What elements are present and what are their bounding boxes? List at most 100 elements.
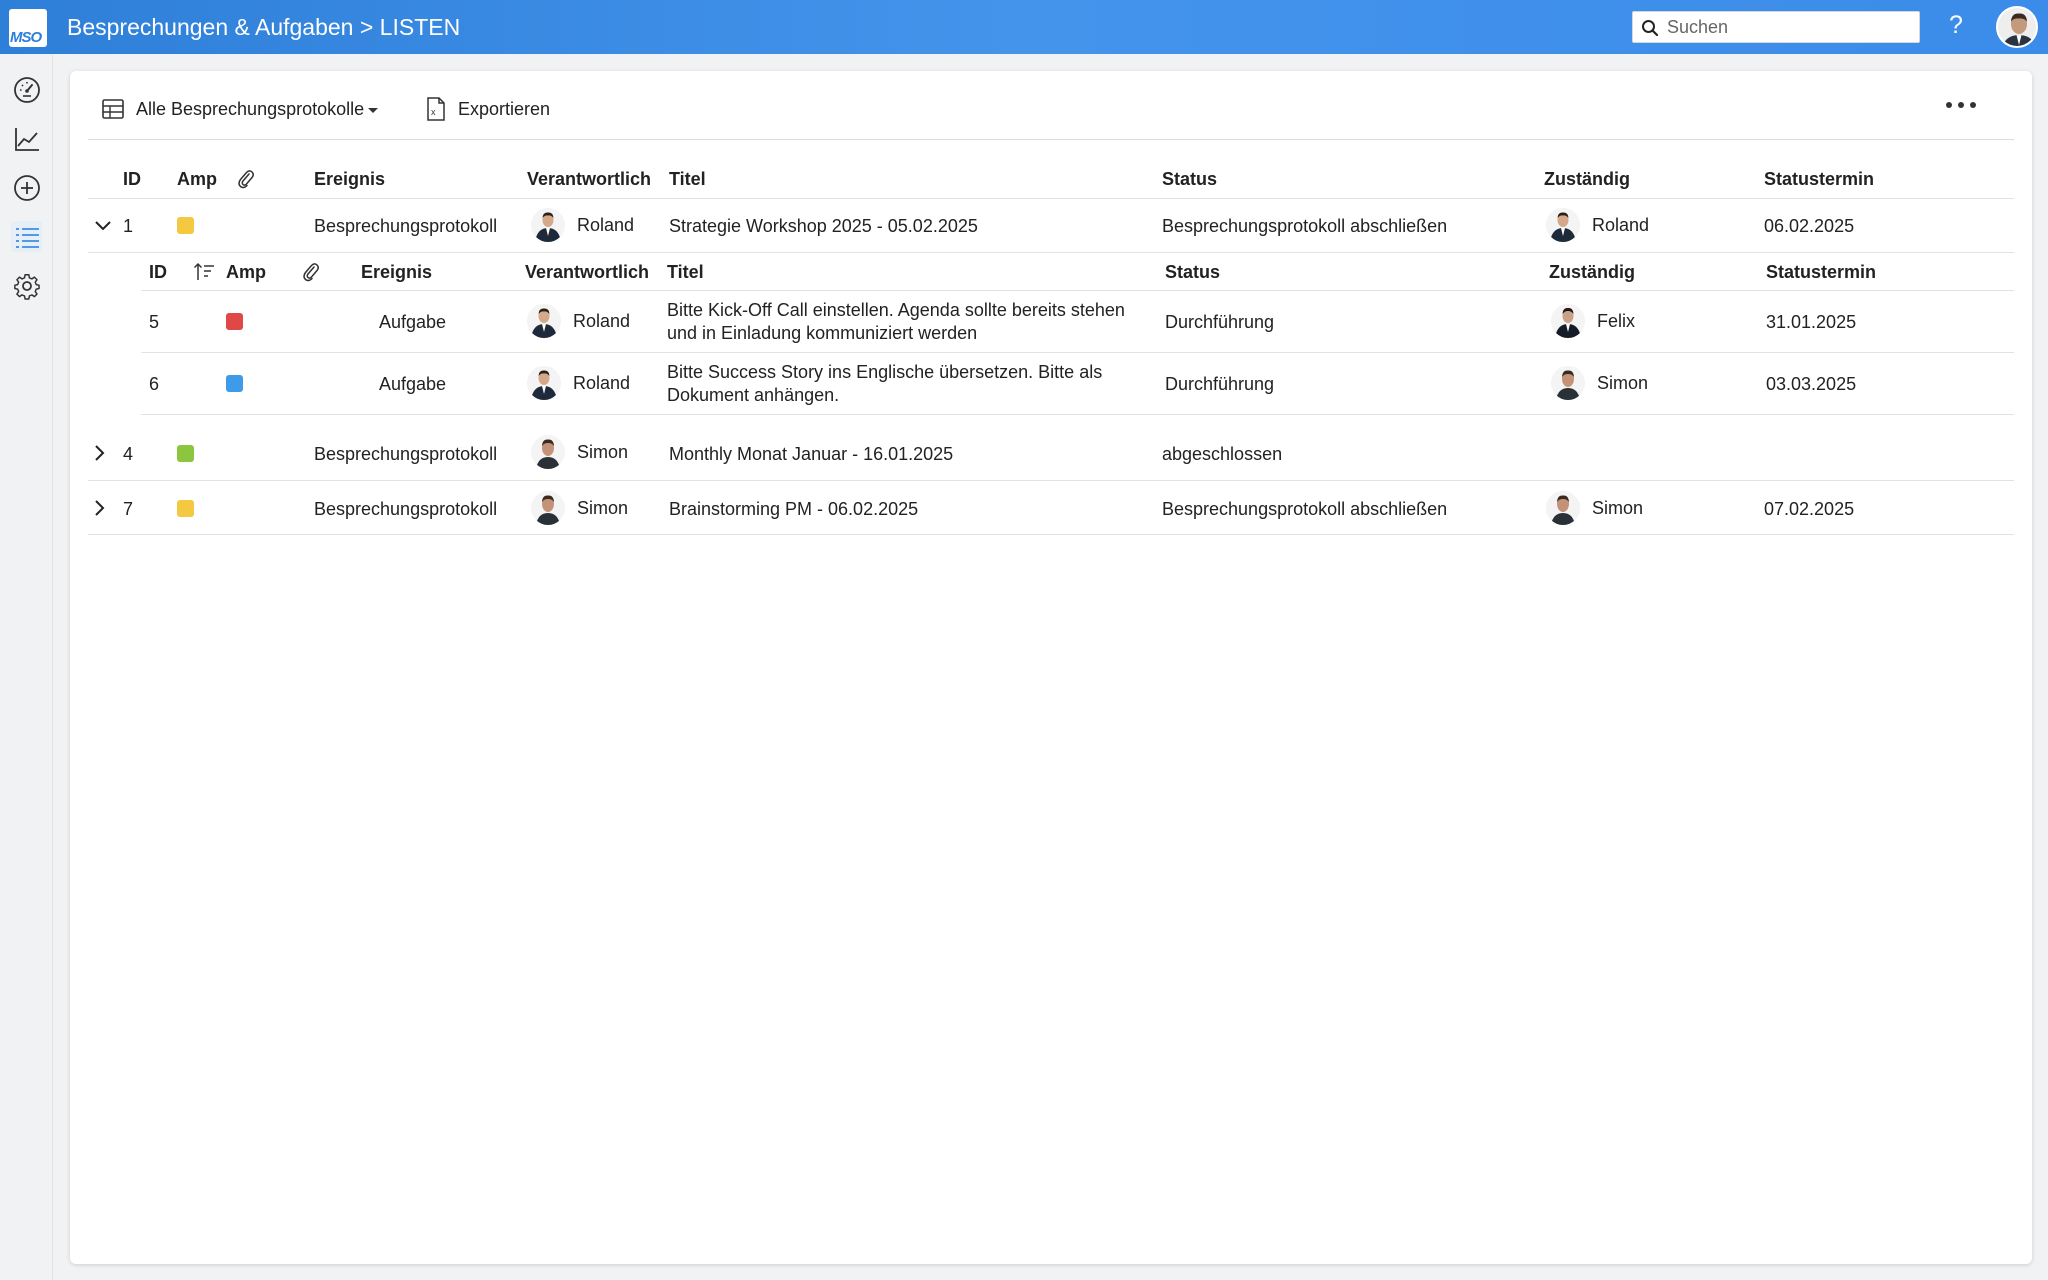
table-row[interactable]: 7 Besprechungsprotokoll Simon Brainstorm… [88,481,2014,535]
subtable-row[interactable]: 6 Aufgabe Roland Bitte Success Story ins… [141,353,2014,415]
statustermin: 03.03.2025 [1766,374,1857,394]
column-header[interactable]: Statustermin [1766,262,1876,283]
zustaendig[interactable]: Simon [1546,491,1643,525]
view-selector-button[interactable]: Alle Besprechungsprotokolle [102,95,379,123]
avatar [1546,491,1580,525]
row-id: 7 [123,499,134,519]
avatar [527,304,561,338]
status-light [226,313,243,330]
subtable-header: ID Amp Ereignis Verantwortlich Titel Sta… [141,253,2014,291]
titel: Brainstorming PM - 06.02.2025 [669,499,919,519]
column-header[interactable]: Titel [667,262,704,283]
column-header[interactable]: Status [1165,262,1220,283]
sidebar-item-analytics[interactable] [11,123,42,154]
verantwortlich[interactable]: Roland [527,304,630,338]
search-box[interactable] [1632,11,1920,43]
avatar [527,366,561,400]
ereignis: Aufgabe [379,374,447,394]
column-header[interactable]: Ereignis [361,262,432,283]
column-header[interactable]: Ereignis [314,169,385,190]
zustaendig[interactable]: Felix [1551,304,1635,338]
chevron-right-icon[interactable] [93,444,107,462]
help-icon[interactable]: ? [1944,11,1968,41]
more-options-icon[interactable] [1946,95,1976,115]
status: abgeschlossen [1162,444,1283,464]
column-header[interactable]: ID [149,262,167,283]
svg-text:x: x [431,107,436,117]
table-row[interactable]: 1 Besprechungsprotokoll Roland Strategie… [88,199,2014,253]
statustermin: 31.01.2025 [1766,312,1857,332]
titel: Strategie Workshop 2025 - 05.02.2025 [669,216,978,236]
subtable-row[interactable]: 5 Aufgabe Roland Bitte Kick-Off Call ein… [141,291,2014,353]
sort-icon[interactable] [193,262,215,287]
status: Besprechungsprotokoll abschließen [1162,499,1448,519]
attachment-icon[interactable] [238,169,254,194]
chevron-down-icon[interactable] [94,219,112,233]
app-logo[interactable]: MSO [9,9,47,47]
table-row[interactable]: 4 Besprechungsprotokoll Simon Monthly Mo… [88,423,2014,481]
column-header[interactable]: Titel [669,169,706,190]
status-light [177,500,194,517]
avatar [1546,208,1580,242]
sidebar-item-dashboard[interactable] [11,74,42,105]
search-input[interactable] [1667,15,1912,40]
titel: Bitte Kick-Off Call einstellen. Agenda s… [667,300,1125,344]
plus-circle-icon [13,174,40,201]
column-header[interactable]: Amp [226,262,266,283]
line-chart-icon [14,127,39,151]
chevron-right-icon[interactable] [93,499,107,517]
top-bar: MSO Besprechungen & Aufgaben > LISTEN ? [0,0,2048,54]
attachment-icon[interactable] [303,262,319,287]
search-icon [1642,20,1659,37]
user-avatar[interactable] [1996,6,2038,48]
zustaendig[interactable]: Simon [1551,366,1648,400]
column-header[interactable]: Verantwortlich [525,262,649,283]
verantwortlich[interactable]: Simon [531,435,628,469]
column-header[interactable]: Statustermin [1764,169,1874,190]
page-title: Besprechungen & Aufgaben > LISTEN [67,14,461,40]
avatar [531,208,565,242]
status-light [226,375,243,392]
avatar [531,491,565,525]
sidebar-item-lists[interactable] [11,221,42,252]
verantwortlich[interactable]: Roland [531,208,634,242]
verantwortlich[interactable]: Simon [531,491,628,525]
status: Durchführung [1165,374,1275,394]
titel: Monthly Monat Januar - 16.01.2025 [669,444,954,464]
table-icon [102,99,124,119]
titel: Bitte Success Story ins Englische überse… [667,362,1103,406]
main-card: Alle Besprechungsprotokolle x Exportiere… [70,71,2032,1264]
column-header[interactable]: Verantwortlich [527,169,651,190]
column-header[interactable]: Amp [177,169,217,190]
gear-icon [13,273,40,300]
table-header: ID Amp Ereignis Verantwortlich Titel Sta… [88,161,2014,199]
export-label: Exportieren [458,98,551,119]
row-id: 1 [123,216,134,236]
status: Besprechungsprotokoll abschließen [1162,216,1448,236]
row-id: 5 [149,312,160,332]
status-light [177,217,194,234]
sidebar-item-add[interactable] [11,172,42,203]
view-selector-label: Alle Besprechungsprotokolle [136,98,365,119]
statustermin: 07.02.2025 [1764,499,1855,519]
row-id: 4 [123,444,134,464]
statustermin: 06.02.2025 [1764,216,1855,236]
avatar [1551,366,1585,400]
excel-file-icon: x [427,97,445,121]
column-header[interactable]: Zuständig [1544,169,1630,190]
status: Durchführung [1165,312,1275,332]
avatar [1551,304,1585,338]
column-header[interactable]: Status [1162,169,1217,190]
export-button[interactable]: x Exportieren [426,95,550,123]
row-id: 6 [149,374,160,394]
column-header[interactable]: ID [123,169,141,190]
verantwortlich[interactable]: Roland [527,366,630,400]
column-header[interactable]: Zuständig [1549,262,1635,283]
zustaendig[interactable]: Roland [1546,208,1649,242]
avatar [531,435,565,469]
sidebar-item-settings[interactable] [11,270,42,301]
chevron-down-icon [368,107,379,113]
ereignis: Besprechungsprotokoll [314,499,498,519]
ereignis: Aufgabe [379,312,447,332]
toolbar: Alle Besprechungsprotokolle x Exportiere… [88,71,2014,140]
